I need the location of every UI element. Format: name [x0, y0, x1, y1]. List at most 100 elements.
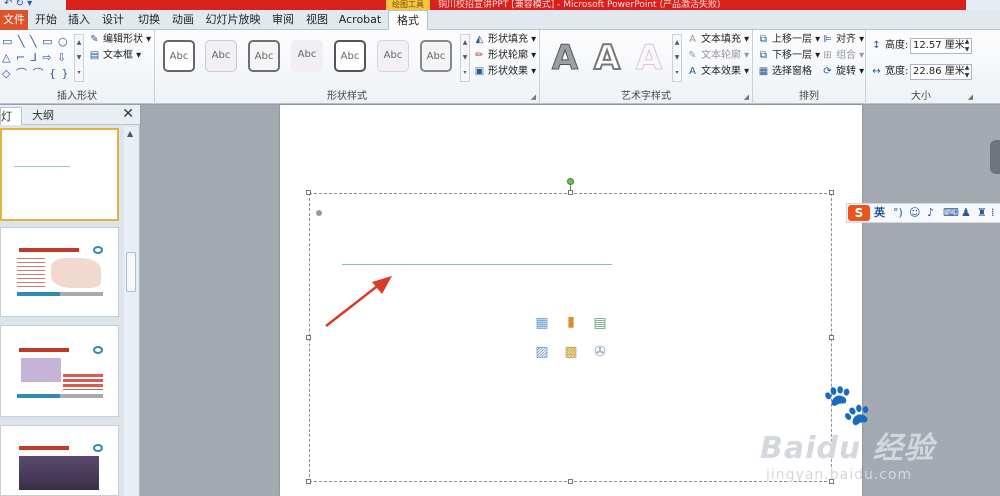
menu-icon[interactable]: ⁞ [991, 204, 995, 222]
arrow-shaft [325, 283, 381, 327]
tab-format[interactable]: 格式 [388, 10, 428, 31]
tab-view[interactable]: 视图 [302, 10, 332, 30]
rotate-icon: ⟳ [823, 66, 832, 77]
resize-handle[interactable] [829, 335, 834, 340]
tab-file[interactable]: 文件 [0, 10, 28, 30]
resize-handle[interactable] [829, 190, 834, 195]
emoji-icon[interactable]: ☺ [909, 204, 920, 222]
insert-smartart-icon[interactable]: ▤ [591, 315, 609, 331]
watermark: 🐾 Baidu 经验 jingyan.baidu.com [760, 385, 1000, 496]
panel-scrollbar[interactable]: ▲ [124, 127, 138, 496]
selection-pane-button[interactable]: ▦ 选择窗格 [757, 64, 812, 79]
shape-style-swatch[interactable]: Abc [248, 40, 280, 72]
align-button[interactable]: ⊫ 对齐 ▾ [821, 32, 864, 47]
group-label: 形状样式 [327, 91, 367, 102]
tab-home[interactable]: 开始 [30, 10, 62, 30]
width-label: ↔ 宽度: [870, 64, 908, 79]
selection-pane-icon: ▦ [758, 66, 769, 77]
content-placeholder[interactable] [309, 193, 832, 482]
user-icon[interactable]: ♟ [961, 204, 971, 222]
dialog-launcher-icon[interactable]: ◢ [744, 93, 749, 101]
shape-styles-scroll[interactable]: ▲ ▼ ▾ [460, 34, 470, 82]
wordart-style[interactable]: A [630, 38, 668, 79]
tab-outline[interactable]: 大纲 [32, 107, 62, 125]
tab-slides[interactable]: 灯片 [0, 107, 22, 141]
resize-handle[interactable] [306, 479, 311, 484]
text-effects-button[interactable]: A 文本效果 ▾ [686, 64, 749, 79]
width-spinner[interactable]: ▲ ▼ [963, 64, 971, 80]
shape-style-swatch[interactable]: Abc [291, 40, 323, 72]
microphone-icon[interactable]: ♪ [927, 204, 934, 222]
horizontal-line[interactable] [342, 264, 612, 265]
quick-access-toolbar[interactable]: ↶ ↻ ▾ [4, 0, 32, 9]
resize-handle[interactable] [568, 190, 573, 195]
insert-clipart-icon[interactable]: ▩ [562, 344, 580, 360]
shape-style-swatch[interactable]: Abc [377, 40, 409, 72]
shape-style-swatch[interactable]: Abc [420, 40, 452, 72]
insert-chart-icon[interactable]: ▮ [562, 314, 580, 330]
text-fill-button[interactable]: A 文本填充 ▾ [686, 32, 749, 47]
annotation-arrow-icon [325, 276, 392, 327]
side-tab[interactable] [990, 140, 1000, 174]
shape-outline-button[interactable]: ✏ 形状轮廓 ▾ [473, 48, 536, 63]
shapes-gallery-scroll[interactable]: ▲ ▼ ▾ [74, 34, 84, 82]
dialog-launcher-icon[interactable]: ◢ [531, 93, 536, 101]
shape-style-swatch[interactable]: Abc [163, 40, 195, 72]
slide-thumbnail[interactable] [0, 128, 119, 221]
edit-shape-button[interactable]: ✎ 编辑形状 ▾ [88, 32, 151, 47]
tab-transitions[interactable]: 切换 [134, 10, 164, 30]
punctuation-icon[interactable]: °) [893, 204, 903, 222]
shape-style-swatch[interactable]: Abc [205, 40, 237, 72]
dialog-launcher-icon[interactable]: ◢ [968, 93, 973, 101]
shape-style-swatch[interactable]: Abc [334, 40, 366, 72]
rotate-handle[interactable] [567, 178, 574, 185]
group-button[interactable]: ⊞ 组合 ▾ [821, 48, 864, 63]
tab-insert[interactable]: 插入 [64, 10, 94, 30]
bring-forward-button[interactable]: ⧉ 上移一层 ▾ [757, 32, 820, 47]
slide-thumbnail[interactable] [0, 325, 119, 417]
wordart-style[interactable]: A [546, 38, 584, 79]
ime-toolbar[interactable]: S 英 °) ☺ ♪ ⌨ ♟ ♜ ⁞ [846, 203, 1000, 223]
tab-review[interactable]: 审阅 [268, 10, 298, 30]
scroll-thumb[interactable] [126, 252, 136, 292]
thumbnail-content [17, 394, 103, 398]
scroll-up-icon[interactable]: ▲ [127, 129, 133, 138]
ime-mode[interactable]: 英 [874, 204, 885, 222]
insert-table-icon[interactable]: ▦ [533, 315, 551, 331]
text-box-button[interactable]: ▤ 文本框 ▾ [88, 48, 141, 63]
watermark-url: jingyan.baidu.com [766, 467, 913, 483]
height-icon: ↕ [872, 40, 881, 51]
shape-fill-button[interactable]: ◭ 形状填充 ▾ [473, 32, 537, 47]
send-backward-button[interactable]: ⧉ 下移一层 ▾ [757, 48, 820, 63]
tab-slideshow[interactable]: 幻灯片放映 [202, 10, 264, 30]
insert-media-icon[interactable]: ✇ [591, 344, 609, 360]
sogou-logo-icon: S [848, 205, 870, 221]
close-icon[interactable]: ✕ [122, 106, 134, 122]
skin-icon[interactable]: ♜ [977, 204, 987, 222]
shapes-gallery[interactable]: ▭ ╲ ╲ ▭ ○ △ ⌐ ⅃ ⇨ ⇩ ◇ ⌒ ⌒ { } [2, 34, 69, 82]
resize-handle[interactable] [306, 190, 311, 195]
insert-picture-icon[interactable]: ▨ [533, 344, 551, 360]
keyboard-icon[interactable]: ⌨ [943, 204, 959, 222]
wordart-scroll[interactable]: ▲ ▼ ▾ [672, 34, 682, 82]
panel-tabs: 灯片 大纲 ✕ [0, 105, 140, 141]
title-bar: ↶ ↻ ▾ 绘图工具 铜川校招宣讲PPT [兼容模式] - Microsoft … [0, 0, 1000, 10]
tab-acrobat[interactable]: Acrobat [336, 10, 384, 30]
tab-animations[interactable]: 动画 [168, 10, 198, 30]
shape-effects-button[interactable]: ▣ 形状效果 ▾ [473, 64, 536, 79]
tab-design[interactable]: 设计 [98, 10, 128, 30]
height-spinner[interactable]: ▲ ▼ [963, 38, 971, 54]
slide-thumbnail[interactable] [0, 425, 119, 496]
thumbnail-content [19, 456, 99, 490]
thumbnail-content [19, 348, 69, 352]
group-shape-styles: Abc Abc Abc Abc Abc Abc Abc ▲ ▼ ▾ ◭ 形状填充 ▾ … [155, 30, 540, 104]
resize-handle[interactable] [306, 335, 311, 340]
wordart-style[interactable]: A [588, 37, 626, 79]
slide-thumbnail[interactable] [0, 227, 119, 317]
resize-handle[interactable] [568, 479, 573, 484]
text-outline-button[interactable]: ✎ 文本轮廓 ▾ [686, 48, 749, 63]
rotate-button[interactable]: ⟳ 旋转 ▾ [821, 64, 864, 79]
width-icon: ↔ [872, 66, 881, 77]
text-effects-icon: A [689, 66, 696, 77]
thumbnail-logo [93, 444, 103, 452]
